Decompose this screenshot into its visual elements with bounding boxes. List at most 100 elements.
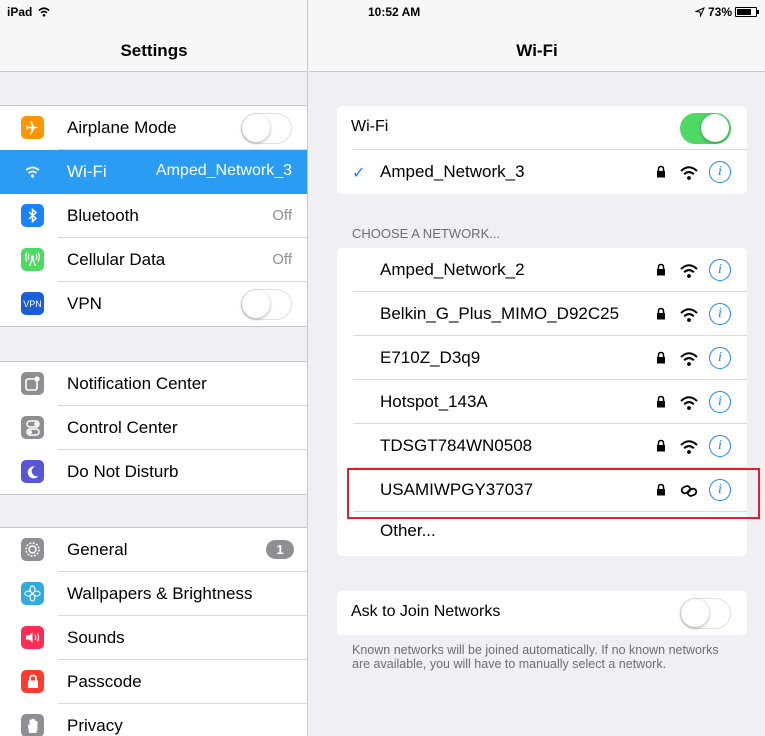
toggle-knob [701,114,729,142]
network-name: Amped_Network_3 [380,162,525,181]
network-name: TDSGT784WN0508 [380,436,533,455]
battery-percent: 73% [707,5,732,19]
settings-title: Settings [120,41,188,60]
status-time: 10:52 AM [368,5,421,19]
wifi-signal-icon [680,440,698,454]
info-button[interactable]: i [709,391,731,413]
network-name: E710Z_D3q9 [380,348,481,367]
sidebar-item-sounds[interactable]: Sounds [0,616,307,660]
vpn-toggle[interactable] [241,289,292,320]
network-row[interactable]: TDSGT784WN0508 i [337,424,747,468]
status-bar-left: iPad [7,5,50,19]
other-network-label: Other... [380,521,436,540]
wifi-status-card: Wi-Fi ✓ Amped_Network_3 i [337,106,747,194]
sidebar-item-label: General [67,540,128,559]
cellular-icon [21,248,44,271]
network-row[interactable]: Amped_Network_2 i [337,248,747,292]
wifi-icon [21,160,44,183]
settings-group-general: General 1 Wallpapers & Brightness Sounds… [0,527,307,736]
wifi-title: Wi-Fi [516,41,558,60]
ask-to-join-note: Known networks will be joined automatica… [352,643,719,671]
info-button[interactable]: i [709,259,731,281]
sidebar-item-label: Passcode [67,672,142,691]
sidebar-item-privacy[interactable]: Privacy [0,704,307,736]
sidebar-item-label: Control Center [67,418,178,437]
sidebar-item-wallpapers-brightness[interactable]: Wallpapers & Brightness [0,572,307,616]
info-button[interactable]: i [709,435,731,457]
sidebar-item-label: Notification Center [67,374,207,393]
wifi-signal-icon [680,308,698,322]
gear-icon [21,538,44,561]
choose-network-header: CHOOSE A NETWORK... [352,226,501,241]
sidebar-item-do-not-disturb[interactable]: Do Not Disturb [0,450,307,494]
bluetooth-icon [21,204,44,227]
sidebar-item-cellular-data[interactable]: Cellular Data Off [0,238,307,282]
settings-group-connectivity: Airplane Mode Wi-Fi Amped_Network_3 Blue… [0,105,307,327]
sidebar-item-label: Do Not Disturb [67,462,179,481]
wifi-header: 10:52 AM 73% Wi-Fi [309,0,765,72]
network-row[interactable]: E710Z_D3q9 i [337,336,747,380]
lock-icon [657,165,665,178]
ask-to-join-row: Ask to Join Networks [337,591,747,635]
wifi-toggle[interactable] [680,113,731,144]
wifi-detail-pane: 10:52 AM 73% Wi-Fi Wi-Fi ✓ Amped_Network… [309,0,765,736]
ask-to-join-label: Ask to Join Networks [351,603,501,620]
sidebar-item-value: Off [272,207,292,224]
wifi-status-icon [38,7,50,17]
sidebar-item-airplane-mode[interactable]: Airplane Mode [0,106,307,150]
airplane-mode-toggle[interactable] [241,113,292,144]
moon-icon [21,460,44,483]
sidebar-item-label: Privacy [67,716,123,735]
wifi-signal-icon [680,166,698,180]
sidebar-item-label: Bluetooth [67,206,139,225]
info-button[interactable]: i [709,347,731,369]
toggle-knob [242,290,270,318]
battery-icon [735,7,759,17]
lock-icon [657,263,665,276]
lock-icon [21,670,44,693]
network-row[interactable]: Hotspot_143A i [337,380,747,424]
lock-icon [657,439,665,452]
speaker-icon [21,626,44,649]
sidebar-item-label: VPN [67,294,102,313]
ask-to-join-card: Ask to Join Networks [337,591,747,635]
status-bar-right: 73% [694,5,759,19]
network-name: Belkin_G_Plus_MIMO_D92C25 [380,304,620,323]
lock-icon [657,351,665,364]
sidebar-item-label: Cellular Data [67,250,166,269]
connected-network-row[interactable]: ✓ Amped_Network_3 i [337,150,747,194]
info-button[interactable]: i [709,303,731,325]
vpn-icon: VPN [21,292,44,315]
wifi-signal-icon [680,264,698,278]
highlight-box [347,468,760,519]
sidebar-item-notification-center[interactable]: Notification Center [0,362,307,406]
sidebar-item-general[interactable]: General 1 [0,528,307,572]
ask-to-join-toggle[interactable] [680,598,731,629]
wifi-signal-icon [680,396,698,410]
device-label: iPad [7,5,33,19]
sidebar-item-label: Airplane Mode [67,118,177,137]
sidebar-item-label: Wallpapers & Brightness [67,584,253,603]
lock-icon [657,307,665,320]
lock-icon [657,395,665,408]
sidebar-item-vpn[interactable]: VPN VPN [0,282,307,326]
update-badge: 1 [266,540,294,559]
sidebar-item-wifi[interactable]: Wi-Fi Amped_Network_3 [0,150,307,194]
notification-center-icon [21,372,44,395]
wifi-toggle-row: Wi-Fi [337,106,747,150]
airplane-icon [21,116,44,139]
sidebar-item-passcode[interactable]: Passcode [0,660,307,704]
toggle-knob [242,114,270,142]
hand-icon [21,714,44,736]
wifi-signal-icon [680,352,698,366]
sidebar-item-control-center[interactable]: Control Center [0,406,307,450]
checkmark-icon: ✓ [352,165,366,182]
sidebar-item-label: Wi-Fi [67,162,107,181]
sidebar-item-value: Amped_Network_3 [155,162,292,179]
settings-sidebar: iPad Settings Airplane Mode Wi-Fi Amped_… [0,0,308,736]
settings-group-system: Notification Center Control Center Do No… [0,361,307,495]
info-button[interactable]: i [709,161,731,183]
wifi-toggle-label: Wi-Fi [351,118,389,135]
sidebar-item-bluetooth[interactable]: Bluetooth Off [0,194,307,238]
network-row[interactable]: Belkin_G_Plus_MIMO_D92C25 i [337,292,747,336]
